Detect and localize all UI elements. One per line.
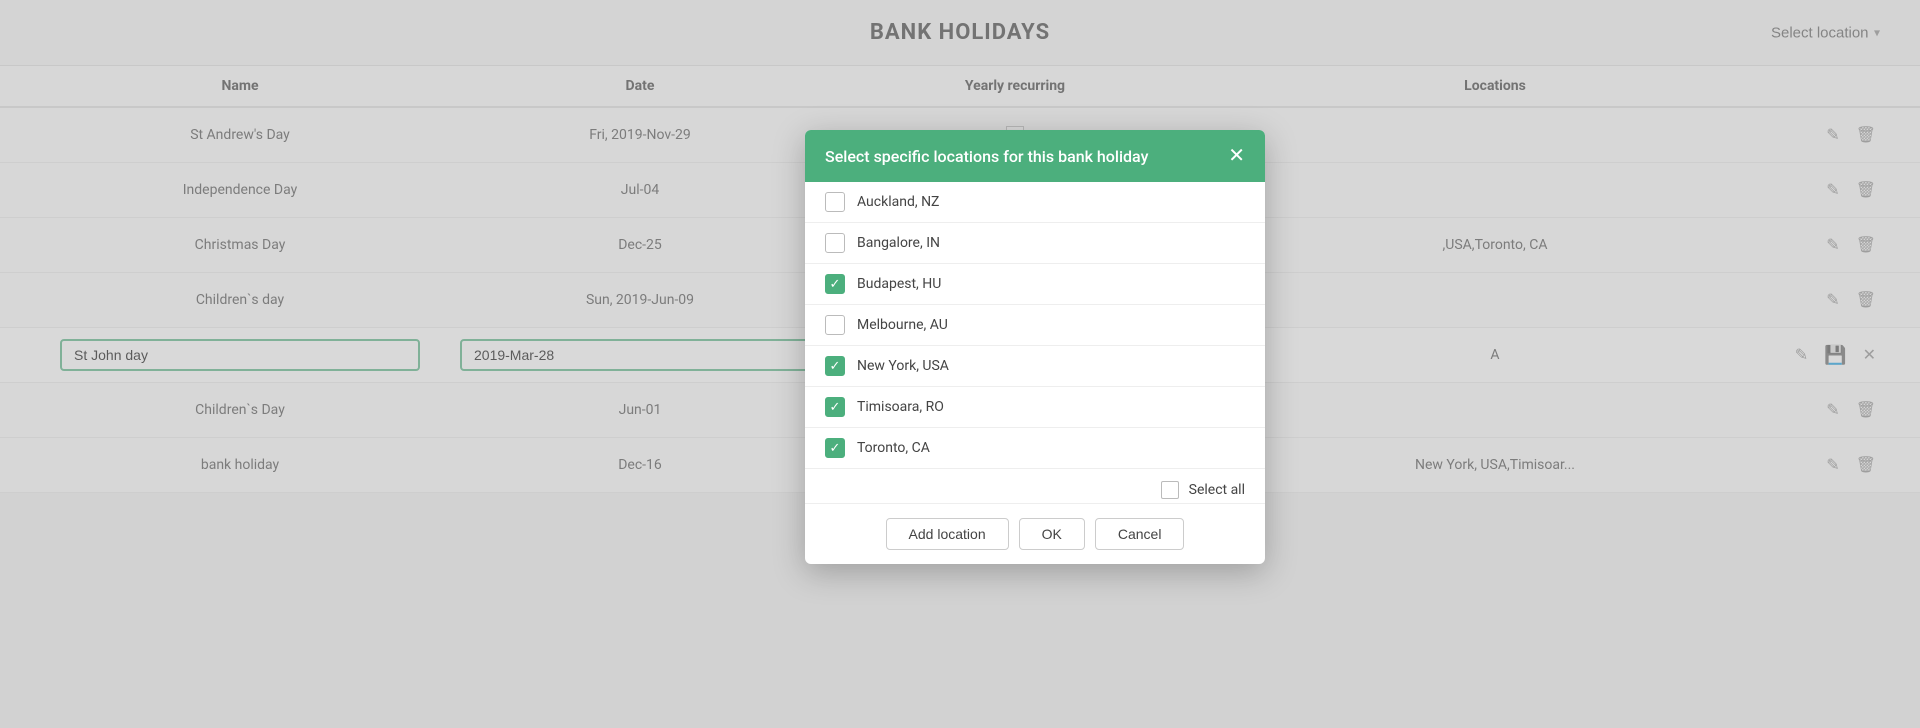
- ok-button[interactable]: OK: [1019, 518, 1085, 550]
- add-location-button[interactable]: Add location: [886, 518, 1009, 550]
- list-item[interactable]: Auckland, NZ: [805, 182, 1265, 223]
- location-modal: Select specific locations for this bank …: [805, 130, 1265, 564]
- list-item[interactable]: Melbourne, AU: [805, 305, 1265, 346]
- list-item[interactable]: ✓ New York, USA: [805, 346, 1265, 387]
- cancel-button[interactable]: Cancel: [1095, 518, 1185, 550]
- location-checkbox[interactable]: ✓: [825, 356, 845, 376]
- location-checkbox[interactable]: ✓: [825, 438, 845, 458]
- select-all-row: Select all: [805, 469, 1265, 503]
- location-checkbox[interactable]: [825, 192, 845, 212]
- location-name: Auckland, NZ: [857, 194, 939, 210]
- location-name: Budapest, HU: [857, 276, 941, 292]
- location-checkbox[interactable]: ✓: [825, 397, 845, 417]
- modal-header: Select specific locations for this bank …: [805, 130, 1265, 182]
- list-item[interactable]: ✓ Timisoara, RO: [805, 387, 1265, 428]
- modal-footer: Add location OK Cancel: [805, 503, 1265, 564]
- select-all-checkbox[interactable]: [1161, 481, 1179, 499]
- list-item[interactable]: ✓ Budapest, HU: [805, 264, 1265, 305]
- location-checkbox[interactable]: [825, 315, 845, 335]
- modal-body: Auckland, NZ Bangalore, IN ✓ Budapest, H…: [805, 182, 1265, 503]
- modal-title: Select specific locations for this bank …: [825, 147, 1148, 166]
- location-name: Toronto, CA: [857, 440, 930, 456]
- list-item[interactable]: ✓ Toronto, CA: [805, 428, 1265, 469]
- page-background: BANK HOLIDAYS Select location ▾ Name Dat…: [0, 0, 1920, 728]
- modal-overlay: Select specific locations for this bank …: [0, 0, 1920, 728]
- location-checkbox[interactable]: [825, 233, 845, 253]
- location-checkbox[interactable]: ✓: [825, 274, 845, 294]
- location-name: Timisoara, RO: [857, 399, 944, 415]
- location-name: Melbourne, AU: [857, 317, 948, 333]
- location-name: Bangalore, IN: [857, 235, 940, 251]
- modal-close-button[interactable]: ✕: [1228, 146, 1245, 166]
- list-item[interactable]: Bangalore, IN: [805, 223, 1265, 264]
- location-name: New York, USA: [857, 358, 949, 374]
- select-all-label: Select all: [1189, 482, 1245, 498]
